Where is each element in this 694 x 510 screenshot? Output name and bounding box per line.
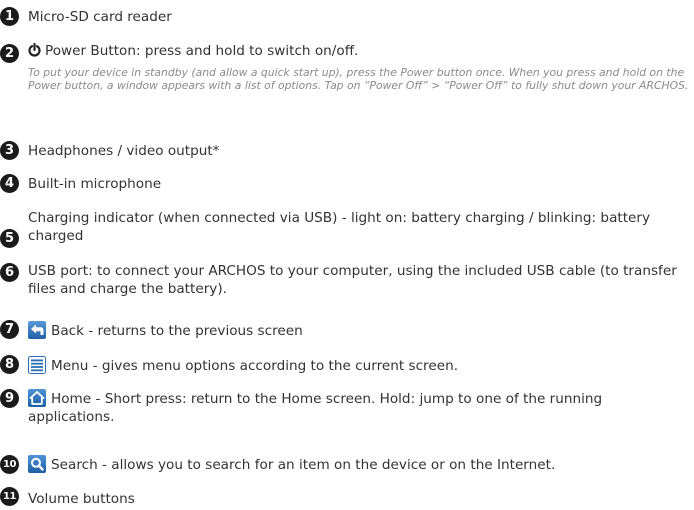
power-icon xyxy=(28,42,41,62)
item-text: Micro-SD card reader xyxy=(28,9,172,25)
item-text: Menu - gives menu options according to t… xyxy=(51,358,459,374)
item-text: Back - returns to the previous screen xyxy=(51,323,303,339)
menu-icon xyxy=(28,356,46,374)
item-text: Headphones / video output* xyxy=(28,143,220,159)
item-text: Volume buttons xyxy=(28,491,135,507)
item-text: Home - Short press: return to the Home s… xyxy=(28,391,603,425)
number-badge: 2 xyxy=(0,44,19,63)
item-text-row: Home - Short press: return to the Home s… xyxy=(28,389,690,426)
number-badge: 6 xyxy=(0,263,19,282)
item-text: Built-in microphone xyxy=(28,176,162,192)
number-badge: 8 xyxy=(0,355,19,374)
number-badge: 11 xyxy=(0,487,19,506)
item-text: USB port: to connect your ARCHOS to your… xyxy=(28,263,677,297)
home-icon xyxy=(28,389,46,407)
number-badge: 9 xyxy=(0,389,19,408)
number-badge: 7 xyxy=(0,320,19,339)
number-badge: 3 xyxy=(0,141,19,160)
number-badge: 1 xyxy=(0,7,19,26)
item-text-row: Search - allows you to search for an ite… xyxy=(28,455,690,474)
item-note: To put your device in standby (and allow… xyxy=(28,66,689,92)
item-text-row: Back - returns to the previous screen xyxy=(28,321,690,340)
back-icon xyxy=(28,321,46,339)
number-badge: 5 xyxy=(0,229,19,248)
search-icon xyxy=(28,455,46,473)
item-text-row: Power Button: press and hold to switch o… xyxy=(28,42,690,62)
item-text: Charging indicator (when connected via U… xyxy=(28,210,651,244)
item-text: Search - allows you to search for an ite… xyxy=(51,457,556,473)
item-text: Power Button: press and hold to switch o… xyxy=(45,43,359,59)
item-text-row: Menu - gives menu options according to t… xyxy=(28,356,690,375)
number-badge: 10 xyxy=(0,455,19,474)
number-badge: 4 xyxy=(0,174,19,193)
